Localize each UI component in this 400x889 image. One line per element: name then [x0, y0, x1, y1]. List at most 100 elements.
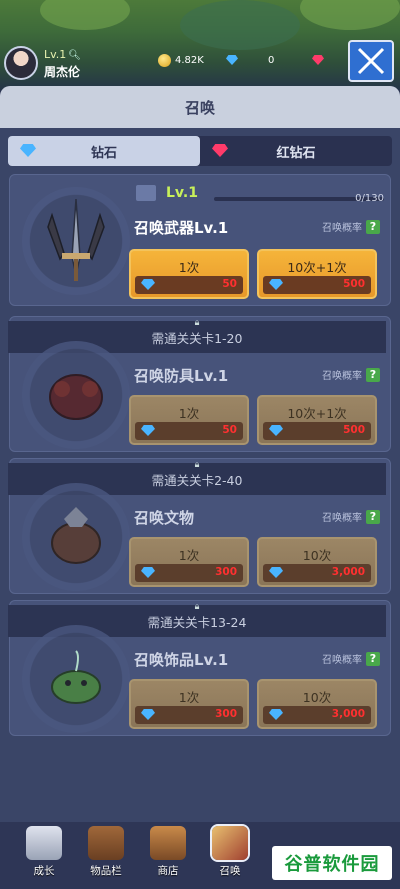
- cost-value: 300: [215, 708, 237, 720]
- summon-card-armor: 🔒︎ 需通关关卡1-20 召唤防具Lv.1 召唤概率 ? 1次 50 10次+1…: [8, 316, 391, 452]
- button-label: 10次: [302, 690, 332, 705]
- level-progress: Lv.1 0/130: [134, 185, 384, 204]
- rate-label: 召唤概率: [322, 513, 362, 524]
- summon-1-button[interactable]: 1次 300: [129, 537, 249, 587]
- card-title: 召唤武器Lv.1: [134, 219, 229, 237]
- nav-label: 物品栏: [90, 865, 122, 877]
- progress-bar: 0/130: [214, 193, 384, 204]
- nav-growth[interactable]: 成长: [14, 826, 74, 886]
- summon-1-button[interactable]: 1次 300: [129, 679, 249, 729]
- accessory-art: [22, 625, 130, 733]
- rate-label: 召唤概率: [322, 371, 362, 382]
- blue-diamond-icon: [141, 567, 155, 578]
- lock-text: 需通关关卡1-20: [151, 330, 243, 346]
- cost-bar: 50: [135, 422, 243, 440]
- player-level: Lv.1 🔍︎: [44, 48, 81, 61]
- nav-summon[interactable]: 召唤: [200, 826, 260, 886]
- cost-bar: 3,000: [263, 706, 371, 724]
- watermark-text: 谷普软件园: [284, 854, 380, 875]
- player-name: 周杰伦: [44, 65, 81, 79]
- avatar[interactable]: [4, 46, 38, 80]
- rate-label: 召唤概率: [322, 223, 362, 234]
- red-diamond-icon: [312, 55, 324, 65]
- coin-value: 4.82K: [175, 54, 204, 66]
- rate-link[interactable]: 召唤概率 ?: [322, 367, 380, 382]
- nav-label: 召唤: [219, 865, 241, 877]
- cost-bar: 300: [135, 706, 243, 724]
- summon-panel: 召唤 钻石 红钻石 Lv.1 0/130 召唤武器Lv.1 召唤概率 ? 1次 …: [0, 86, 400, 889]
- nav-label: 成长: [33, 865, 55, 877]
- cost-bar: 500: [263, 276, 371, 294]
- nav-inventory[interactable]: 物品栏: [76, 826, 136, 886]
- diamond-value: 0: [268, 54, 275, 66]
- nav-shop[interactable]: 商店: [138, 826, 198, 886]
- cost-value: 50: [222, 278, 237, 290]
- blue-diamond-icon: [269, 709, 283, 720]
- player-level-text: Lv.1: [44, 48, 67, 61]
- cost-value: 3,000: [331, 566, 365, 578]
- shop-icon: [150, 826, 186, 860]
- level-badge-icon: [136, 185, 156, 201]
- lock-icon: 🔒︎: [194, 318, 200, 328]
- close-button[interactable]: [348, 40, 394, 82]
- blue-diamond-icon: [20, 144, 36, 157]
- cost-value: 3,000: [331, 708, 365, 720]
- cost-value: 300: [215, 566, 237, 578]
- progress-value: 0/130: [355, 193, 384, 204]
- rate-link[interactable]: 召唤概率 ?: [322, 509, 380, 524]
- lock-icon: 🔒︎: [194, 460, 200, 470]
- tab-diamond-label: 钻石: [90, 145, 117, 161]
- blue-diamond-icon: [141, 425, 155, 436]
- summon-10-button[interactable]: 10次 3,000: [257, 679, 377, 729]
- help-icon[interactable]: ?: [366, 651, 380, 666]
- blue-diamond-icon: [226, 55, 238, 65]
- page-title: 召唤: [184, 98, 215, 117]
- rate-label: 召唤概率: [322, 655, 362, 666]
- button-label: 10次+1次: [287, 406, 347, 421]
- search-icon[interactable]: 🔍︎: [68, 50, 81, 61]
- help-icon[interactable]: ?: [366, 367, 380, 382]
- cost-bar: 500: [263, 422, 371, 440]
- cost-bar: 50: [135, 276, 243, 294]
- button-label: 1次: [178, 690, 200, 705]
- trident-icon: [47, 198, 105, 281]
- tab-red-diamond[interactable]: 红钻石: [200, 136, 392, 166]
- blue-diamond-icon: [269, 425, 283, 436]
- lock-text: 需通关关卡13-24: [147, 614, 247, 630]
- nav-label: 商店: [157, 865, 179, 877]
- cost-bar: 3,000: [263, 564, 371, 582]
- currency-tabs: 钻石 红钻石: [8, 136, 392, 166]
- weapon-art: [22, 187, 130, 295]
- summon-11-button[interactable]: 10次+1次 500: [257, 395, 377, 445]
- tab-diamond[interactable]: 钻石: [8, 136, 200, 166]
- summon-card-relic: 🔒︎ 需通关关卡2-40 召唤文物 召唤概率 ? 1次 300 10次 3,00…: [8, 458, 391, 594]
- summon-1-button[interactable]: 1次 50: [129, 249, 249, 299]
- button-label: 1次: [178, 260, 200, 275]
- watermark-logo: 谷普软件园: [272, 846, 392, 880]
- armor-icon: [49, 374, 103, 420]
- tab-red-diamond-label: 红钻石: [276, 145, 316, 161]
- blue-diamond-icon: [269, 279, 283, 290]
- card-title: 召唤饰品Lv.1: [134, 651, 229, 669]
- cost-bar: 300: [135, 564, 243, 582]
- help-icon[interactable]: ?: [366, 219, 380, 234]
- red-diamond-icon: [212, 144, 228, 157]
- blue-diamond-icon: [269, 567, 283, 578]
- cost-value: 500: [343, 424, 365, 436]
- help-icon[interactable]: ?: [366, 509, 380, 524]
- coin-icon: [158, 53, 171, 67]
- cost-value: 500: [343, 278, 365, 290]
- summon-10-button[interactable]: 10次 3,000: [257, 537, 377, 587]
- summon-1-button[interactable]: 1次 50: [129, 395, 249, 445]
- lock-text: 需通关关卡2-40: [151, 472, 243, 488]
- helmet-icon: [26, 826, 62, 860]
- card-title: 召唤防具Lv.1: [134, 367, 229, 385]
- summon-11-button[interactable]: 10次+1次 500: [257, 249, 377, 299]
- cards-icon: [212, 826, 248, 860]
- summon-card-accessory: 🔒︎ 需通关关卡13-24 召唤饰品Lv.1 召唤概率 ? 1次 300 10次: [8, 600, 391, 736]
- rate-link[interactable]: 召唤概率 ?: [322, 651, 380, 666]
- rate-link[interactable]: 召唤概率 ?: [322, 219, 380, 234]
- diamond-counter: [226, 52, 238, 68]
- panel-title-bar: 召唤: [0, 86, 400, 128]
- blue-diamond-icon: [141, 279, 155, 290]
